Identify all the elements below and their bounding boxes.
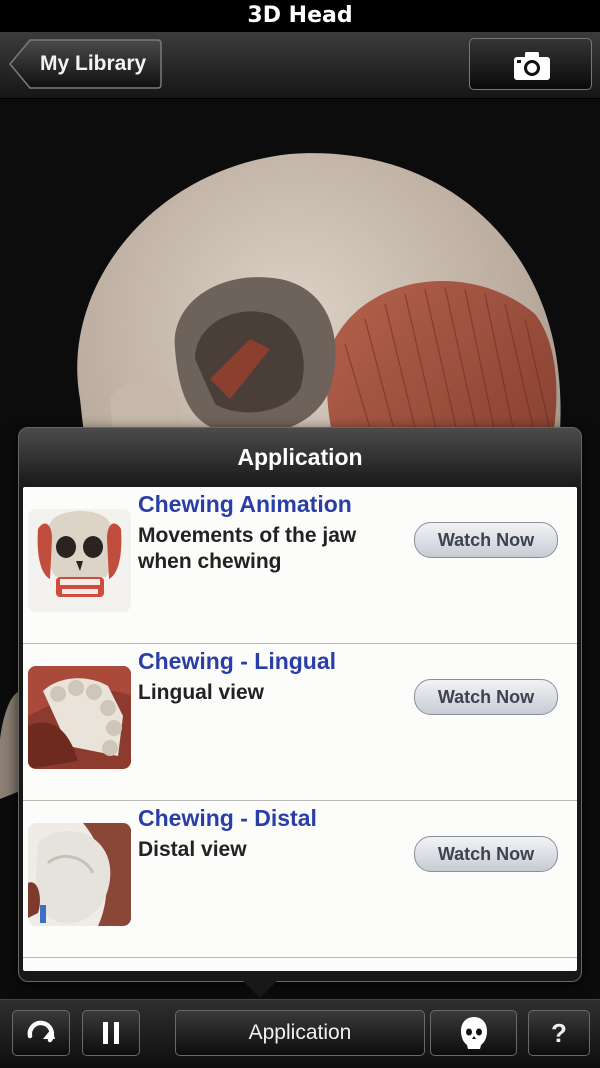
watch-now-button[interactable]: Watch Now — [414, 836, 558, 872]
status-bar-title: 3D Head — [0, 0, 600, 32]
head-view-button[interactable] — [430, 1010, 517, 1056]
list-item[interactable]: Chewing Animation Movements of the jaw w… — [23, 487, 577, 644]
molar-thumbnail — [28, 823, 131, 926]
navigation-bar: My Library — [0, 32, 600, 99]
bottom-toolbar: Application ? — [0, 999, 600, 1068]
watch-now-button[interactable]: Watch Now — [414, 522, 558, 558]
item-description: Lingual view — [138, 681, 265, 704]
skull-thumbnail — [28, 509, 131, 612]
camera-icon — [514, 52, 550, 80]
camera-button[interactable] — [469, 38, 592, 90]
item-title: Chewing - Lingual — [138, 648, 337, 674]
application-button[interactable]: Application — [175, 1010, 425, 1056]
item-title: Chewing Animation — [138, 491, 352, 517]
popup-pointer — [242, 980, 278, 998]
my-library-back-button[interactable]: My Library — [8, 38, 162, 90]
rotate-icon — [27, 1020, 55, 1043]
item-description: Distal view — [138, 838, 247, 861]
item-description: Movements of the jaw when chewing — [138, 524, 357, 573]
pause-button[interactable] — [82, 1010, 140, 1056]
list-item[interactable]: Chewing - Lingual Lingual view Watch Now — [23, 644, 577, 801]
help-button[interactable]: ? — [528, 1010, 590, 1056]
video-list: Chewing Animation Movements of the jaw w… — [23, 487, 577, 971]
back-button-label: My Library — [40, 52, 147, 75]
watch-now-button[interactable]: Watch Now — [414, 679, 558, 715]
item-title: Chewing - Distal — [138, 805, 317, 831]
application-label: Application — [248, 1021, 352, 1044]
application-popup: Application Chewing Animation Movements … — [18, 427, 582, 982]
head-icon — [460, 1017, 487, 1049]
pause-icon — [103, 1022, 119, 1044]
help-label: ? — [551, 1018, 567, 1048]
teeth-thumbnail — [28, 666, 131, 769]
popup-title: Application — [237, 444, 363, 470]
rotate-button[interactable] — [12, 1010, 70, 1056]
list-item[interactable]: Chewing - Distal Distal view Watch Now — [23, 801, 577, 958]
